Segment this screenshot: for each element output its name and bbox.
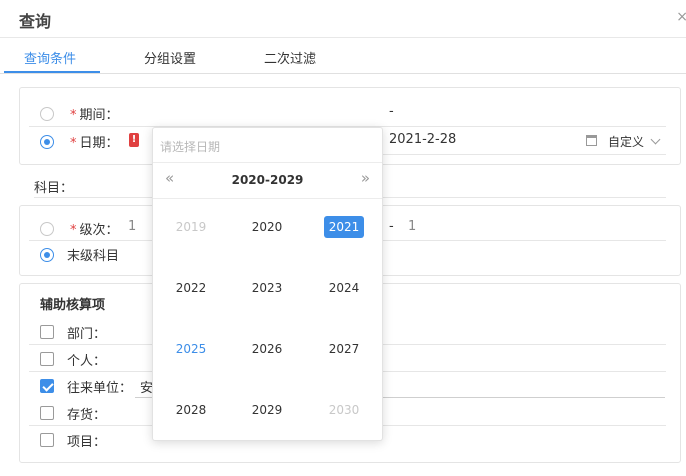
calendar-icon[interactable] — [586, 135, 597, 146]
aux-checkbox-project[interactable] — [40, 433, 54, 447]
year-cell[interactable]: 2029 — [247, 399, 287, 421]
aux-checkbox-person[interactable] — [40, 352, 54, 366]
date-picker-popup: 请选择日期 « 2020-2029 » 2019 2020 2021 2022 2023… — [152, 127, 383, 441]
year-cell[interactable]: 2025 — [171, 338, 211, 360]
date-end-value[interactable]: 2021-2-28 — [389, 132, 456, 147]
date-label: * 日期： — [70, 136, 119, 151]
leaf-subject-radio[interactable] — [40, 248, 54, 262]
aux-label-partner: 往来单位： — [67, 381, 133, 396]
level-range-separator: - — [389, 219, 394, 234]
year-cell[interactable]: 2021 — [324, 216, 364, 238]
level-label: * 级次： — [70, 223, 119, 238]
date-picker-header: « 2020-2029 » — [153, 163, 382, 199]
aux-label-project: 项目： — [67, 435, 107, 450]
year-cell[interactable]: 2023 — [247, 277, 287, 299]
aux-checkbox-inventory[interactable] — [40, 406, 54, 420]
aux-checkbox-partner[interactable] — [40, 379, 54, 393]
period-radio[interactable] — [40, 107, 54, 121]
level-to-value[interactable]: 1 — [408, 219, 416, 234]
dialog-title: 查询 — [19, 12, 52, 31]
decade-label: 2020-2029 — [231, 173, 304, 187]
level-radio[interactable] — [40, 222, 54, 236]
subject-label: 科目： — [34, 181, 74, 196]
level-from-value[interactable]: 1 — [128, 219, 136, 234]
warning-icon: ! — [129, 133, 139, 147]
active-tab-indicator — [4, 71, 100, 73]
year-cell[interactable]: 2030 — [324, 399, 364, 421]
year-cell[interactable]: 2024 — [324, 277, 364, 299]
year-cell[interactable]: 2026 — [247, 338, 287, 360]
year-cell[interactable]: 2028 — [171, 399, 211, 421]
period-label: * 期间： — [70, 108, 119, 123]
close-icon[interactable]: × — [676, 9, 686, 25]
date-picker-input[interactable]: 请选择日期 — [153, 128, 382, 163]
date-end-underline — [383, 154, 666, 155]
aux-section-title: 辅助核算项 — [40, 298, 106, 313]
leaf-subject-label: 末级科目 — [67, 249, 120, 264]
aux-label-inventory: 存货： — [67, 408, 107, 423]
aux-label-person: 个人： — [67, 354, 107, 369]
next-decade-icon[interactable]: » — [361, 169, 370, 187]
dialog-titlebar: 查询 × — [0, 0, 686, 38]
date-radio[interactable] — [40, 135, 54, 149]
year-cell[interactable]: 2027 — [324, 338, 364, 360]
period-range-separator: - — [389, 104, 394, 119]
date-picker-placeholder: 请选择日期 — [160, 140, 221, 154]
aux-checkbox-department[interactable] — [40, 325, 54, 339]
tab-secondary-filter[interactable]: 二次过滤 — [264, 48, 316, 67]
year-cell[interactable]: 2019 — [171, 216, 211, 238]
tab-bar: 查询条件 分组设置 二次过滤 — [0, 38, 686, 74]
tab-query-conditions[interactable]: 查询条件 — [24, 48, 76, 67]
tab-group-settings[interactable]: 分组设置 — [144, 48, 196, 67]
year-cell[interactable]: 2020 — [247, 216, 287, 238]
date-mode-select[interactable]: 自定义 — [608, 133, 644, 150]
aux-label-department: 部门： — [67, 327, 107, 342]
year-cell[interactable]: 2022 — [171, 277, 211, 299]
